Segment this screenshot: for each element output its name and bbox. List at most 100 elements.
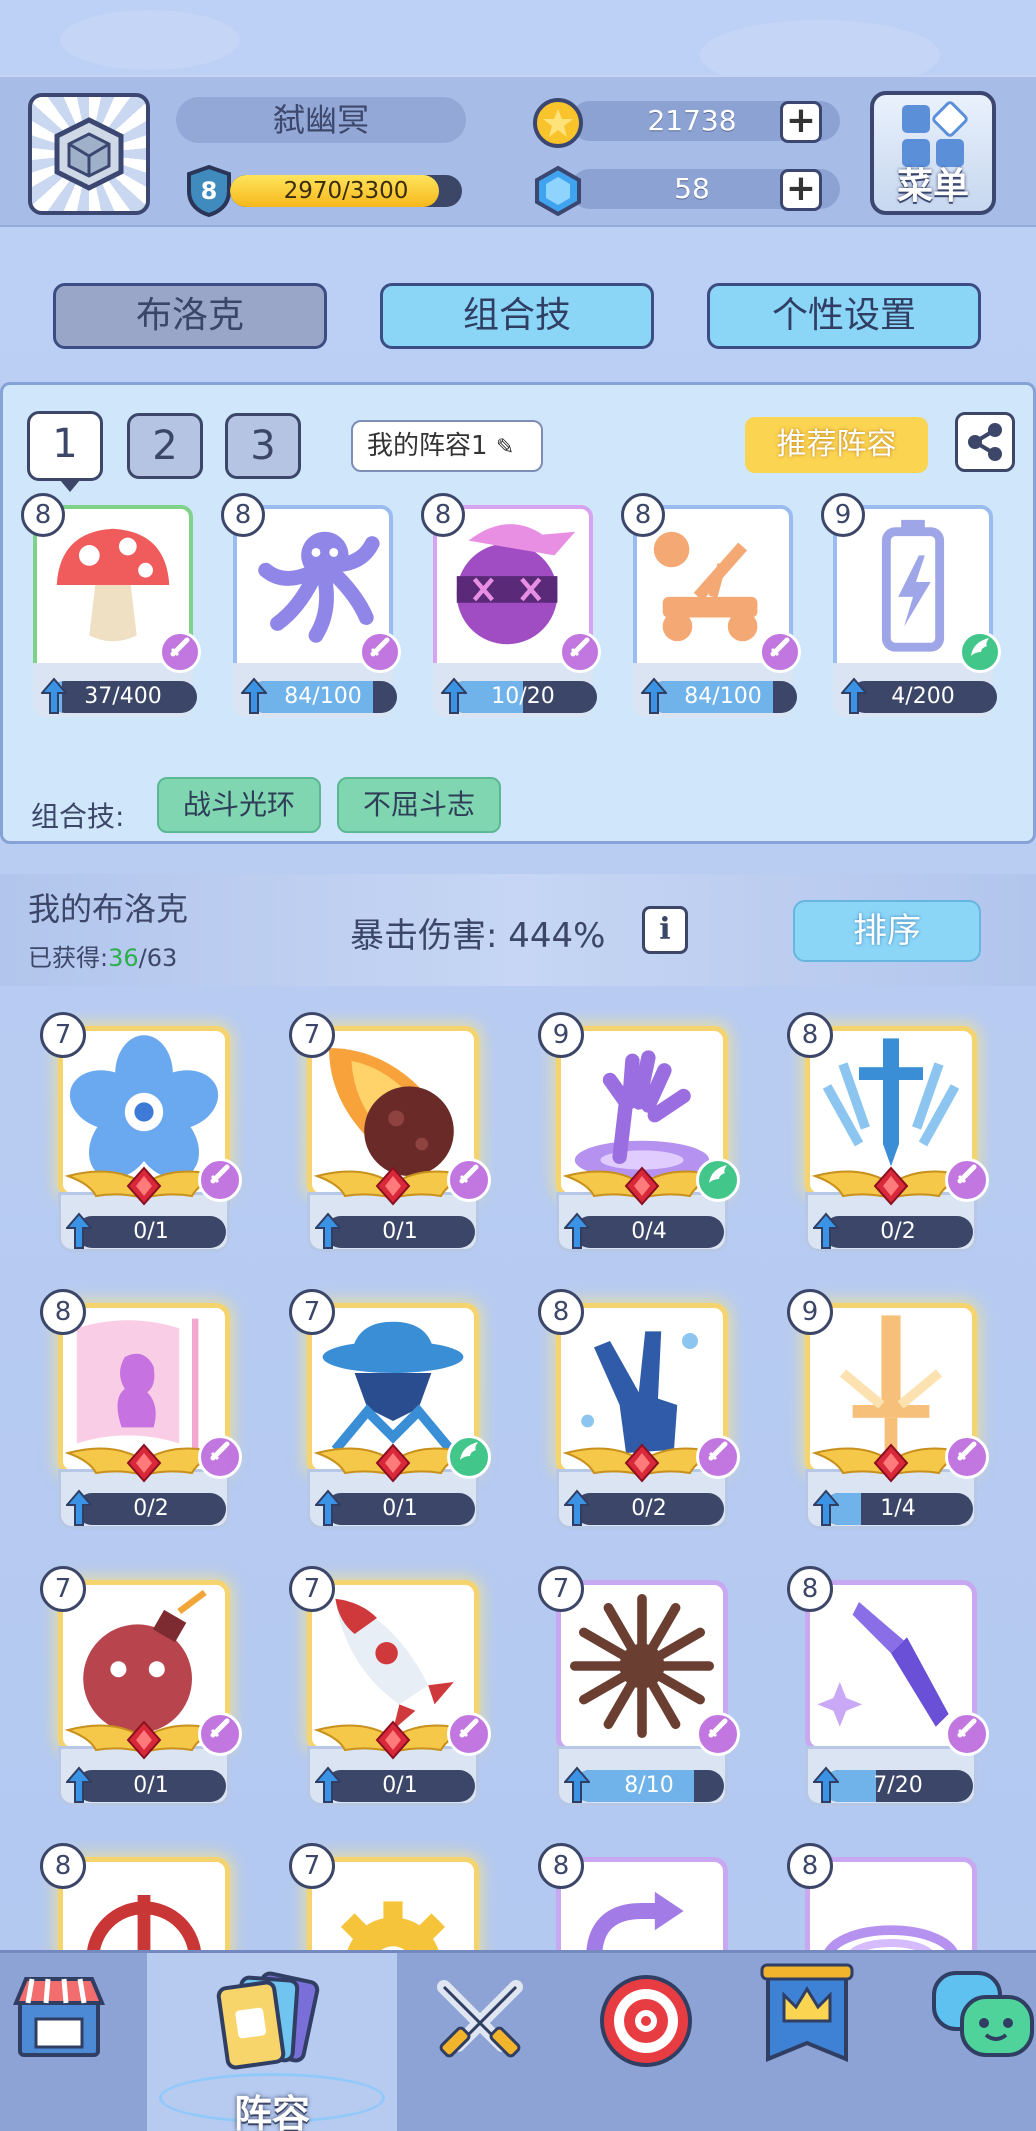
top-status-bar: 弑幽冥 8 2970/3300 21738 + 58 + 菜单 [0, 75, 1036, 227]
card-level: 7 [40, 1566, 86, 1612]
card-progress-text: 0/1 [382, 1219, 418, 1244]
upgrade-arrow-icon [39, 677, 69, 715]
upgrade-arrow-icon [811, 1212, 841, 1250]
upgrade-arrow-icon [64, 1212, 94, 1250]
card-progress-bar: 0/2 [823, 1216, 973, 1248]
card-progress-bar: 84/100 [249, 681, 397, 713]
card-level: 8 [787, 1566, 833, 1612]
attack-sword-icon [159, 631, 201, 673]
card-level: 8 [787, 1012, 833, 1058]
lineup-slot-3[interactable]: 3 [225, 413, 301, 479]
attack-sword-icon [945, 1712, 989, 1756]
attack-sword-icon [447, 1158, 491, 1202]
share-button[interactable] [955, 412, 1015, 472]
card-progress-text: 0/1 [133, 1773, 169, 1798]
card-level: 9 [821, 493, 865, 537]
nav-league[interactable] [726, 1953, 884, 2131]
attack-sword-icon [198, 1435, 242, 1479]
card-progress-text: 0/1 [382, 1773, 418, 1798]
sort-button[interactable]: 排序 [793, 900, 981, 962]
target-icon [600, 1975, 692, 2067]
player-level: 8 [200, 177, 218, 205]
cube-icon [54, 117, 124, 191]
obtained-current: 36 [108, 944, 139, 972]
combo-chip-battle-aura[interactable]: 战斗光环 [157, 777, 321, 833]
upgrade-arrow-icon [839, 677, 869, 715]
lineup-name-text: 我的阵容1 [367, 431, 488, 461]
wing-icon [959, 631, 1001, 673]
crossed-swords-icon [437, 1980, 523, 2058]
card-progress-text: 1/4 [880, 1496, 916, 1521]
card-progress-bar: 8/10 [574, 1770, 724, 1802]
upgrade-arrow-icon [64, 1489, 94, 1527]
player-level-badge: 8 [186, 164, 232, 218]
upgrade-arrow-icon [562, 1489, 592, 1527]
card-level: 8 [538, 1289, 584, 1335]
upgrade-arrow-icon [313, 1489, 343, 1527]
lineup-slot-2[interactable]: 2 [127, 413, 203, 479]
card-progress-bar: 0/4 [574, 1216, 724, 1248]
upgrade-arrow-icon [439, 677, 469, 715]
card-progress-text: 84/100 [684, 684, 762, 709]
wing-icon [696, 1158, 740, 1202]
card-progress-bar: 0/1 [325, 1770, 475, 1802]
add-gems-button[interactable]: + [780, 169, 822, 211]
nav-target[interactable] [568, 1953, 726, 2131]
nav-lineup[interactable]: 阵容 [147, 1953, 397, 2131]
upgrade-arrow-icon [811, 1766, 841, 1804]
card-progress-text: 8/10 [624, 1773, 674, 1798]
card-progress-bar: 0/1 [325, 1493, 475, 1525]
lineup-name-field[interactable]: 我的阵容1 ✎ [351, 420, 543, 472]
recommended-lineup-button[interactable]: 推荐阵容 [745, 417, 928, 473]
upgrade-arrow-icon [562, 1766, 592, 1804]
card-level: 8 [221, 493, 265, 537]
card-level: 7 [289, 1566, 335, 1612]
brock-collection-grid: 7 0/1 7 0/1 9 0/4 8 0/2 8 0/2 7 0/1 8 0/2 9 1/4 7 0/1 7 0/1… [0, 1012, 1036, 1952]
xp-bar: 2970/3300 [230, 175, 462, 207]
crown-banner-icon [760, 1963, 854, 2062]
card-level: 8 [421, 493, 465, 537]
lineup-slot-1[interactable]: 1 [27, 411, 103, 492]
combo-chip-indomitable[interactable]: 不屈斗志 [337, 777, 501, 833]
gem-icon [535, 165, 581, 217]
card-level: 8 [621, 493, 665, 537]
card-level: 8 [21, 493, 65, 537]
info-button[interactable]: i [642, 906, 688, 954]
nav-social[interactable] [884, 1953, 1036, 2131]
attack-sword-icon [559, 631, 601, 673]
background-cloud [60, 10, 240, 70]
lineup-panel: 1 2 3 我的阵容1 ✎ 推荐阵容 8 37/400 8 84/100 8 10/20 8… [0, 382, 1036, 844]
menu-button[interactable]: 菜单 [870, 91, 996, 215]
upgrade-arrow-icon [639, 677, 669, 715]
nav-shop[interactable] [0, 1953, 158, 2131]
attack-sword-icon [696, 1712, 740, 1756]
tab-combo-skill[interactable]: 组合技 [380, 283, 654, 349]
tab-personalization[interactable]: 个性设置 [707, 283, 981, 349]
card-level: 8 [40, 1843, 86, 1889]
add-coins-button[interactable]: + [780, 101, 822, 143]
shop-icon [13, 1977, 105, 2057]
nav-battle[interactable] [410, 1953, 568, 2131]
upgrade-arrow-icon [811, 1489, 841, 1527]
card-progress-bar: 4/200 [849, 681, 997, 713]
card-level: 9 [538, 1012, 584, 1058]
card-progress-bar: 10/20 [449, 681, 597, 713]
nav-lineup-label: 阵容 [233, 2092, 310, 2131]
crit-damage-stat: 暴击伤害: 444% [350, 916, 606, 956]
card-progress-bar: 37/400 [49, 681, 197, 713]
tab-brock[interactable]: 布洛克 [53, 283, 327, 349]
coin-amount: 21738 [647, 104, 737, 137]
card-level: 7 [289, 1289, 335, 1335]
bottom-navigation: 阵容 [0, 1950, 1036, 2131]
card-progress-text: 84/100 [284, 684, 362, 709]
upgrade-arrow-icon [64, 1766, 94, 1804]
chat-icon [932, 1971, 1034, 2057]
my-brock-title: 我的布洛克 [28, 890, 189, 928]
card-level: 7 [289, 1012, 335, 1058]
card-level: 7 [40, 1012, 86, 1058]
gem-amount: 58 [674, 172, 710, 205]
card-level: 7 [538, 1566, 584, 1612]
player-avatar[interactable] [28, 93, 150, 215]
xp-text: 2970/3300 [283, 178, 409, 204]
attack-sword-icon [759, 631, 801, 673]
